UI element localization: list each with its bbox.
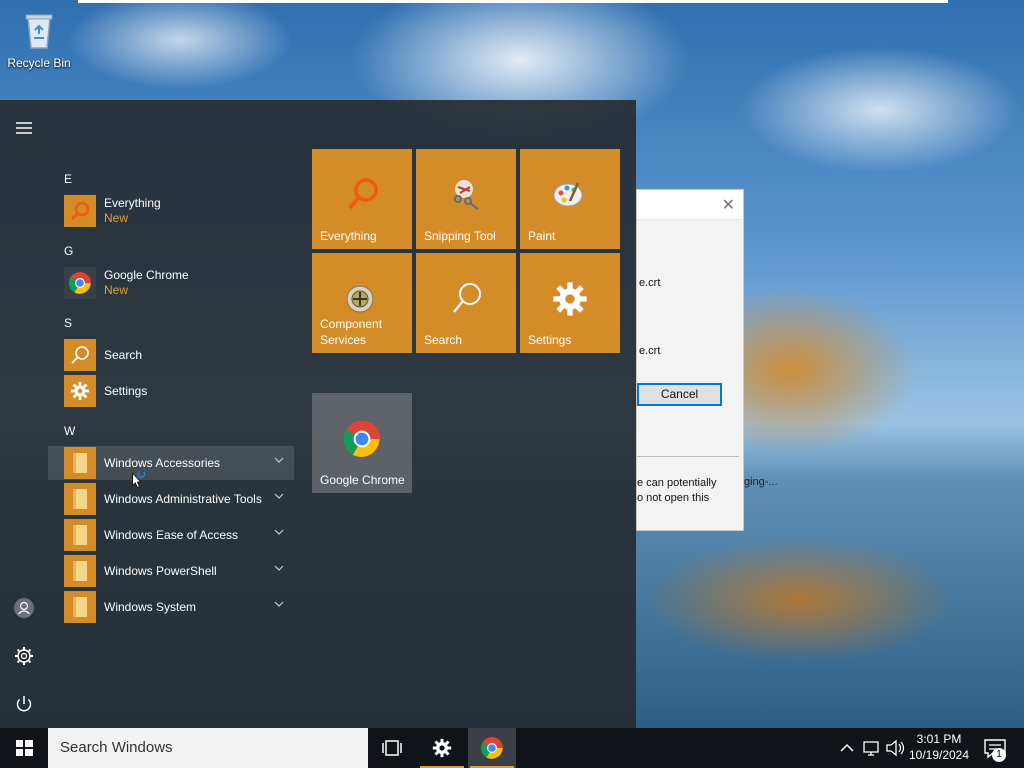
- scissors-icon: [454, 180, 479, 210]
- tile-search[interactable]: Search: [416, 253, 516, 353]
- new-badge: New: [104, 211, 129, 225]
- power-icon[interactable]: [12, 692, 36, 716]
- app-item-label: Windows System: [104, 600, 197, 614]
- dialog-title-bar: ✕: [637, 190, 743, 220]
- group-letter-w[interactable]: W: [64, 424, 75, 438]
- app-item-windows-administrative-tools[interactable]: Windows Administrative Tools: [64, 482, 294, 516]
- app-item-label: Google Chrome: [104, 268, 189, 282]
- windows-logo-icon: [16, 740, 33, 756]
- tile-component-services[interactable]: Component Services: [312, 253, 412, 353]
- gear-icon: [64, 375, 96, 407]
- folder-icon: [64, 447, 96, 479]
- tile-paint[interactable]: Paint: [520, 149, 620, 249]
- folder-icon: [64, 591, 96, 623]
- dialog-warning-line1: e can potentially: [637, 477, 717, 489]
- dialog-warning: e can potentially o not open this: [637, 476, 717, 506]
- user-avatar-icon[interactable]: [12, 596, 36, 620]
- folder-icon: [64, 555, 96, 587]
- search-icon: [453, 283, 481, 313]
- dialog-behind-text: ging-...: [744, 476, 778, 488]
- app-item-google-chrome[interactable]: Google Chrome New: [64, 266, 294, 300]
- app-item-settings[interactable]: Settings: [64, 374, 294, 408]
- app-item-label: Windows Administrative Tools: [104, 492, 262, 506]
- dialog-filename-2: e.crt: [639, 345, 661, 357]
- start-menu: E Everything New G Google Chrome New S S…: [0, 100, 636, 728]
- group-letter-s[interactable]: S: [64, 316, 72, 330]
- search-icon: [64, 339, 96, 371]
- group-letter-e[interactable]: E: [64, 172, 72, 186]
- notification-count-badge: 1: [992, 748, 1006, 762]
- chrome-icon: [481, 737, 503, 759]
- search-icon: [64, 195, 96, 227]
- new-badge: New: [104, 283, 129, 297]
- tile-label: Everything: [320, 229, 377, 243]
- chrome-icon: [64, 267, 96, 299]
- app-item-label: Settings: [104, 384, 148, 398]
- tile-label: Snipping Tool: [424, 229, 496, 243]
- folder-icon: [64, 519, 96, 551]
- start-button[interactable]: [0, 728, 48, 768]
- start-rail: [0, 100, 48, 728]
- search-icon: [348, 178, 378, 210]
- tile-settings[interactable]: Settings: [520, 253, 620, 353]
- task-view-button[interactable]: [368, 728, 416, 768]
- group-letter-g[interactable]: G: [64, 244, 73, 258]
- taskbar-search-input[interactable]: Search Windows: [48, 728, 368, 768]
- window-edge: [78, 0, 948, 3]
- app-item-windows-accessories[interactable]: Windows Accessories: [48, 446, 294, 480]
- close-icon[interactable]: ✕: [722, 195, 735, 215]
- background-dialog: ✕ e.crt e.crt Cancel e can potentially o…: [636, 189, 744, 531]
- app-item-everything[interactable]: Everything New: [64, 194, 294, 228]
- folder-icon: [64, 483, 96, 515]
- app-item-label: Windows PowerShell: [104, 564, 217, 578]
- app-item-windows-powershell[interactable]: Windows PowerShell: [64, 554, 294, 588]
- tile-label: Search: [424, 333, 463, 347]
- app-list: E Everything New G Google Chrome New S S…: [48, 100, 298, 728]
- dialog-filename-1: e.crt: [639, 277, 661, 289]
- dialog-divider: [637, 456, 739, 457]
- app-item-windows-system[interactable]: Windows System: [64, 590, 294, 624]
- chevron-down-icon[interactable]: [274, 527, 284, 537]
- clock[interactable]: 3:01 PM 10/19/2024: [902, 731, 976, 763]
- tile-label: Paint: [528, 229, 556, 243]
- recycle-bin-label: Recycle Bin: [7, 56, 71, 70]
- network-icon: [863, 741, 879, 756]
- hamburger-icon[interactable]: [12, 116, 36, 140]
- app-item-windows-ease-of-access[interactable]: Windows Ease of Access: [64, 518, 294, 552]
- recycle-bin[interactable]: Recycle Bin: [4, 10, 74, 70]
- chevron-up-icon: [840, 743, 854, 752]
- chevron-down-icon[interactable]: [274, 491, 284, 501]
- network-button[interactable]: [860, 728, 882, 768]
- cancel-button[interactable]: Cancel: [637, 383, 722, 406]
- gear-icon: [553, 282, 587, 316]
- tile-label: Settings: [528, 333, 572, 347]
- task-view-icon: [382, 740, 402, 756]
- palette-icon: [553, 182, 583, 207]
- gear-icon: [432, 738, 452, 758]
- tile-google-chrome[interactable]: Google Chrome: [312, 393, 412, 493]
- app-item-label: Windows Ease of Access: [104, 528, 239, 542]
- app-item-search[interactable]: Search: [64, 338, 294, 372]
- app-item-label: Windows Accessories: [104, 456, 221, 470]
- app-item-label: Everything: [104, 196, 161, 210]
- tile-everything[interactable]: Everything: [312, 149, 412, 249]
- clock-time: 3:01 PM: [916, 732, 962, 746]
- show-hidden-icons-button[interactable]: [836, 728, 858, 768]
- app-item-label: Search: [104, 348, 143, 362]
- settings-gear-icon[interactable]: [12, 644, 36, 668]
- chevron-down-icon[interactable]: [274, 563, 284, 573]
- clock-date: 10/19/2024: [908, 748, 970, 762]
- chrome-icon: [343, 420, 381, 458]
- dialog-warning-line2: o not open this: [637, 492, 710, 504]
- tile-label: Google Chrome: [320, 473, 405, 487]
- chevron-down-icon[interactable]: [274, 599, 284, 609]
- taskbar-settings-button[interactable]: [418, 728, 466, 768]
- taskbar: Search Windows 3:01 PM 10/19/2024: [0, 728, 1024, 768]
- chevron-down-icon[interactable]: [274, 455, 284, 465]
- tile-label: Component Services: [320, 317, 383, 347]
- tile-snipping-tool[interactable]: Snipping Tool: [416, 149, 516, 249]
- taskbar-chrome-button[interactable]: [468, 728, 516, 768]
- mouse-cursor-icon: [132, 470, 146, 488]
- recycle-bin-icon: [22, 10, 56, 50]
